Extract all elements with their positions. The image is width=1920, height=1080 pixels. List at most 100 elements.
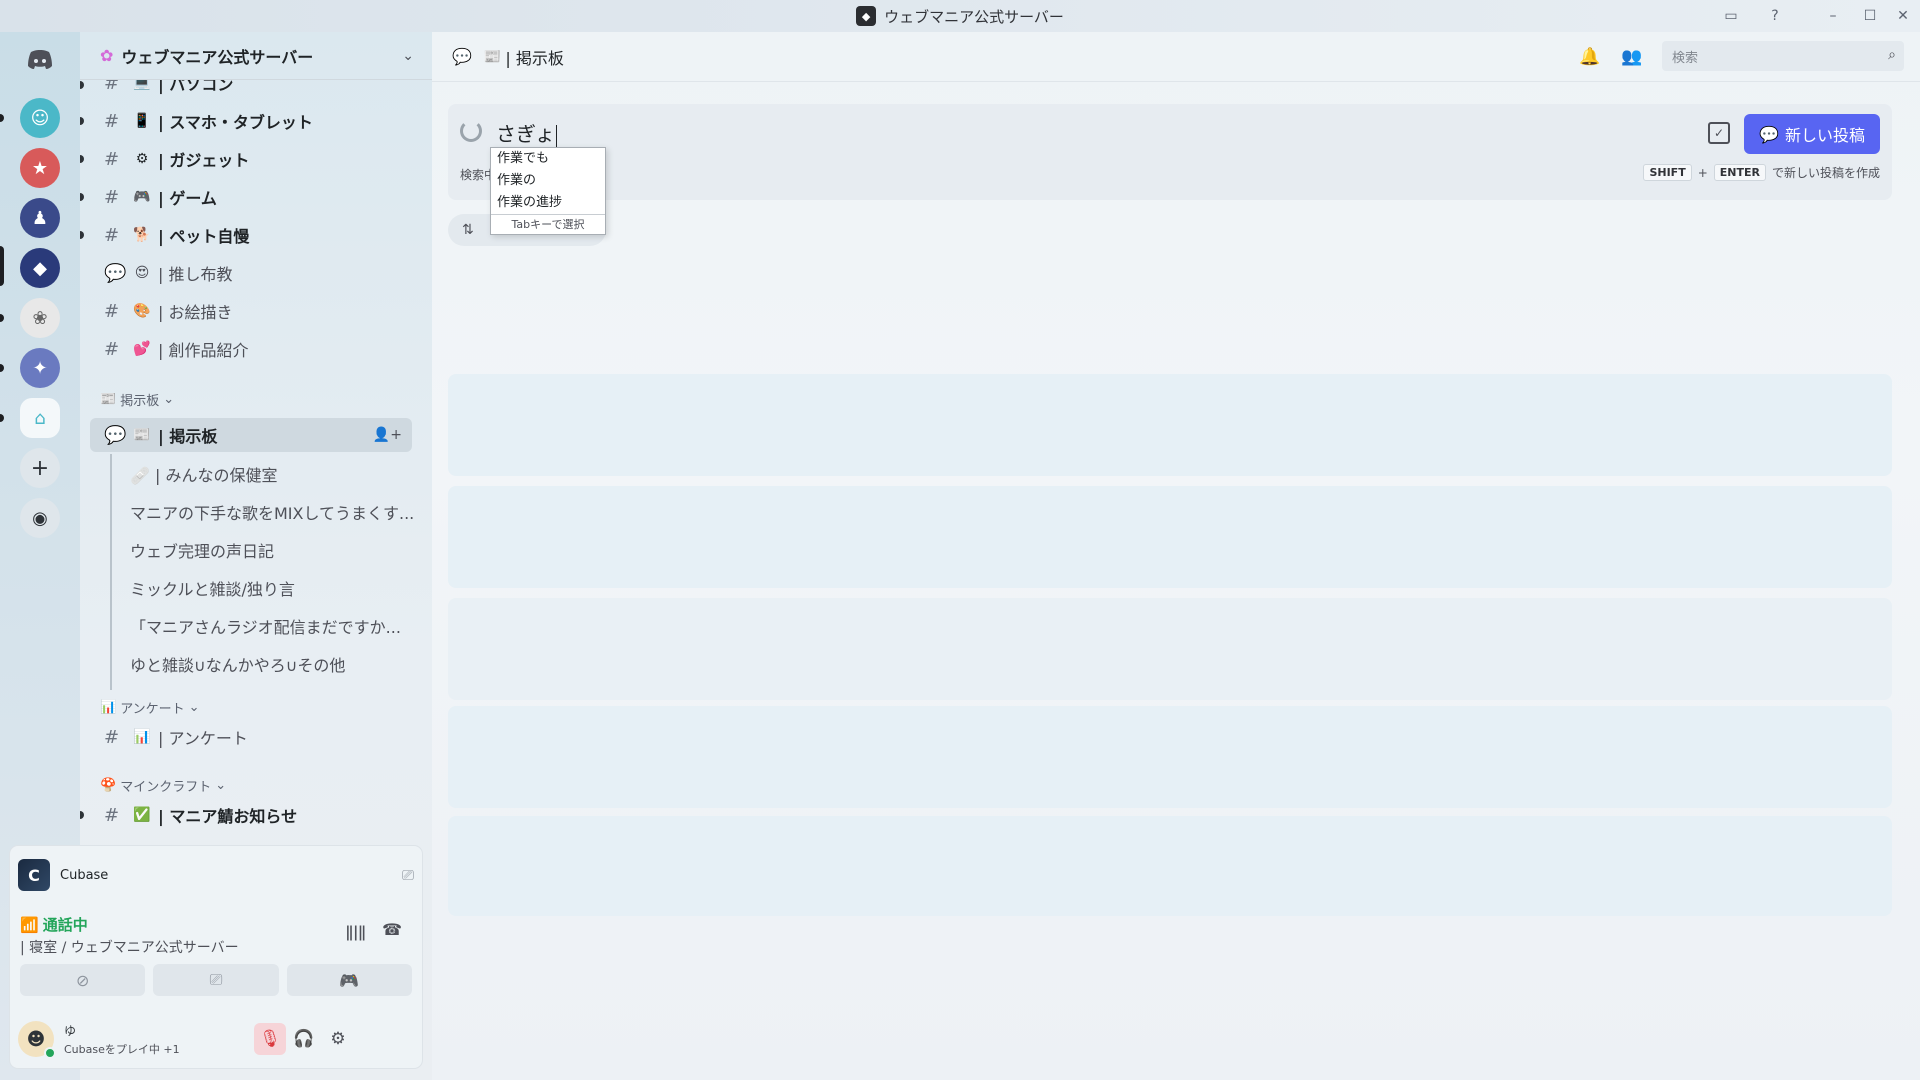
unread-indicator	[80, 193, 84, 201]
members-icon[interactable]: 👥	[1620, 45, 1644, 69]
hash-icon: #	[104, 224, 120, 246]
mic-muted-icon[interactable]: 🎙	[254, 1023, 286, 1055]
user-panel: C Cubase ⎚ 📶 通話中 | 寝室 / ウェブマニア公式サーバー ǁǀǁ…	[10, 846, 422, 1068]
activity-icon[interactable]: 🎮	[286, 964, 412, 996]
channel-item[interactable]: # ⚙ | ガジェット	[90, 142, 412, 176]
signal-icon: 📶	[20, 915, 39, 934]
new-post-button[interactable]: 💬 新しい投稿	[1744, 114, 1880, 154]
server-name: ウェブマニア公式サーバー	[121, 47, 314, 67]
disconnect-icon[interactable]: ☎	[382, 920, 402, 939]
channel-item[interactable]: # 💻 | パソコン	[90, 80, 412, 100]
new-post-label: 新しい投稿	[1784, 126, 1865, 145]
ime-candidate[interactable]: 作業でも	[491, 148, 605, 170]
unread-indicator	[80, 81, 84, 89]
bell-icon[interactable]: 🔔	[1578, 45, 1602, 69]
category-label: マインクラフト	[120, 780, 212, 795]
server-icon-1[interactable]: ☺	[20, 98, 60, 138]
channel-emoji: 📱	[133, 113, 151, 129]
channel-label: | お絵描き	[158, 303, 233, 322]
category-label: 掲示板	[120, 394, 160, 409]
chevron-down-icon: ⌄	[163, 392, 175, 407]
checklist-icon[interactable]: ✓	[1708, 122, 1730, 144]
category-emoji: 🍄	[100, 778, 117, 793]
channel-emoji: 📰	[133, 427, 151, 443]
channel-emoji: 🎮	[133, 189, 151, 205]
server-icon-5[interactable]: ❀	[20, 298, 60, 338]
channel-item[interactable]: # 💕 | 創作品紹介	[90, 332, 412, 366]
channel-item-board-active[interactable]: 💬 📰 | 掲示板 👤+	[90, 418, 412, 452]
forum-icon: 💬	[104, 424, 127, 446]
forum-icon: 💬	[104, 262, 127, 284]
thread-item[interactable]: ゆと雑談∪なんかやろ∪その他	[130, 652, 345, 676]
user-status: Cubaseをプレイ中 +1	[64, 1042, 180, 1056]
shortcut-hint: SHIFT + ENTER で新しい投稿を作成	[1643, 164, 1880, 181]
server-icon-7[interactable]: ⌂	[20, 398, 60, 438]
channel-item[interactable]: # 📊 | アンケート	[90, 720, 412, 754]
channel-item[interactable]: 💬 😍 | 推し布教	[90, 256, 412, 290]
add-member-icon[interactable]: 👤+	[373, 427, 402, 443]
thread-item[interactable]: ミックルと雑談/独り言	[130, 576, 295, 600]
discord-icon[interactable]	[20, 40, 60, 80]
channel-emoji: 🐕	[133, 227, 151, 243]
server-icon-current[interactable]: ◆	[20, 248, 60, 288]
channel-item[interactable]: # 🐕 | ペット自慢	[90, 218, 412, 252]
camera-off-icon[interactable]: ⊘	[20, 964, 146, 996]
search-input[interactable]: 検索 ⌕	[1662, 41, 1904, 71]
category-board[interactable]: 📰 掲示板 ⌄	[100, 390, 174, 409]
channel-label: | 創作品紹介	[158, 341, 249, 360]
channel-item[interactable]: # 🎨 | お絵描き	[90, 294, 412, 328]
screen-share-icon[interactable]: ⎚	[402, 866, 414, 884]
server-icon-6[interactable]: ✦	[20, 348, 60, 388]
thread-item[interactable]: 「マニアさんラジオ配信まだですか...	[130, 614, 401, 638]
chevron-down-icon: ⌄	[215, 778, 227, 793]
unread-indicator	[80, 117, 84, 125]
avatar[interactable]: ☻	[18, 1021, 56, 1059]
channel-item[interactable]: # ✅ | マニア鯖お知らせ	[90, 798, 412, 832]
category-label: アンケート	[120, 702, 185, 717]
channel-item[interactable]: # 📱 | スマホ・タブレット	[90, 104, 412, 138]
post-card-placeholder	[448, 816, 1892, 916]
thread-item[interactable]: マニアの下手な歌をMIXしてうまくす...	[130, 500, 414, 524]
server-icon-3[interactable]: ♟	[20, 198, 60, 238]
chat-bubble-icon: 💬	[1759, 124, 1779, 144]
post-card-placeholder	[448, 706, 1892, 808]
post-search-input[interactable]: さぎょ	[496, 118, 557, 147]
inbox-icon[interactable]: ▭	[1716, 0, 1746, 32]
noise-suppression-icon[interactable]: ǁǀǁ	[346, 922, 366, 941]
user-info[interactable]: ゆ Cubaseをプレイ中 +1	[64, 1022, 180, 1057]
category-survey[interactable]: 📊 アンケート ⌄	[100, 698, 200, 717]
server-icon-2[interactable]: ★	[20, 148, 60, 188]
thread-item[interactable]: 🩹 | みんなの保健室	[130, 462, 278, 486]
ime-candidate[interactable]: 作業の	[491, 170, 605, 192]
user-row: ☻ ゆ Cubaseをプレイ中 +1 🎙 🎧 ⚙	[18, 1014, 414, 1064]
channel-item[interactable]: # 🎮 | ゲーム	[90, 180, 412, 214]
unread-indicator	[0, 414, 4, 422]
screen-share-icon[interactable]: ⎚	[153, 964, 279, 996]
chevron-down-icon: ⌄	[402, 47, 414, 64]
channel-label: | マニア鯖お知らせ	[158, 807, 298, 826]
search-placeholder: 検索	[1672, 50, 1699, 66]
minimize-button[interactable]: –	[1818, 0, 1848, 32]
hash-icon: #	[104, 110, 120, 132]
hash-icon: #	[104, 186, 120, 208]
add-server-icon[interactable]: +	[20, 448, 60, 488]
category-emoji: 📰	[100, 392, 117, 407]
kbd-shift: SHIFT	[1643, 164, 1692, 181]
headphones-icon[interactable]: 🎧	[288, 1023, 320, 1055]
activity-app-name: Cubase	[60, 867, 109, 883]
explore-icon[interactable]: ◉	[20, 498, 60, 538]
thread-item[interactable]: ウェブ完理の声日記	[130, 538, 274, 562]
server-header[interactable]: ✿ ウェブマニア公式サーバー ⌄	[80, 32, 432, 80]
hash-icon: #	[104, 338, 120, 360]
maximize-button[interactable]: ☐	[1855, 0, 1885, 32]
channel-emoji: 😍	[134, 265, 150, 281]
hash-icon: #	[104, 300, 120, 322]
plus-sign: +	[1697, 165, 1708, 180]
settings-icon[interactable]: ⚙	[322, 1023, 354, 1055]
unread-indicator	[80, 811, 84, 819]
help-icon[interactable]: ?	[1760, 0, 1790, 32]
ime-candidate[interactable]: 作業の進捗	[491, 192, 605, 214]
category-minecraft[interactable]: 🍄 マインクラフト ⌄	[100, 776, 226, 795]
close-button[interactable]: ✕	[1888, 0, 1918, 32]
forum-icon: 💬	[452, 47, 472, 66]
